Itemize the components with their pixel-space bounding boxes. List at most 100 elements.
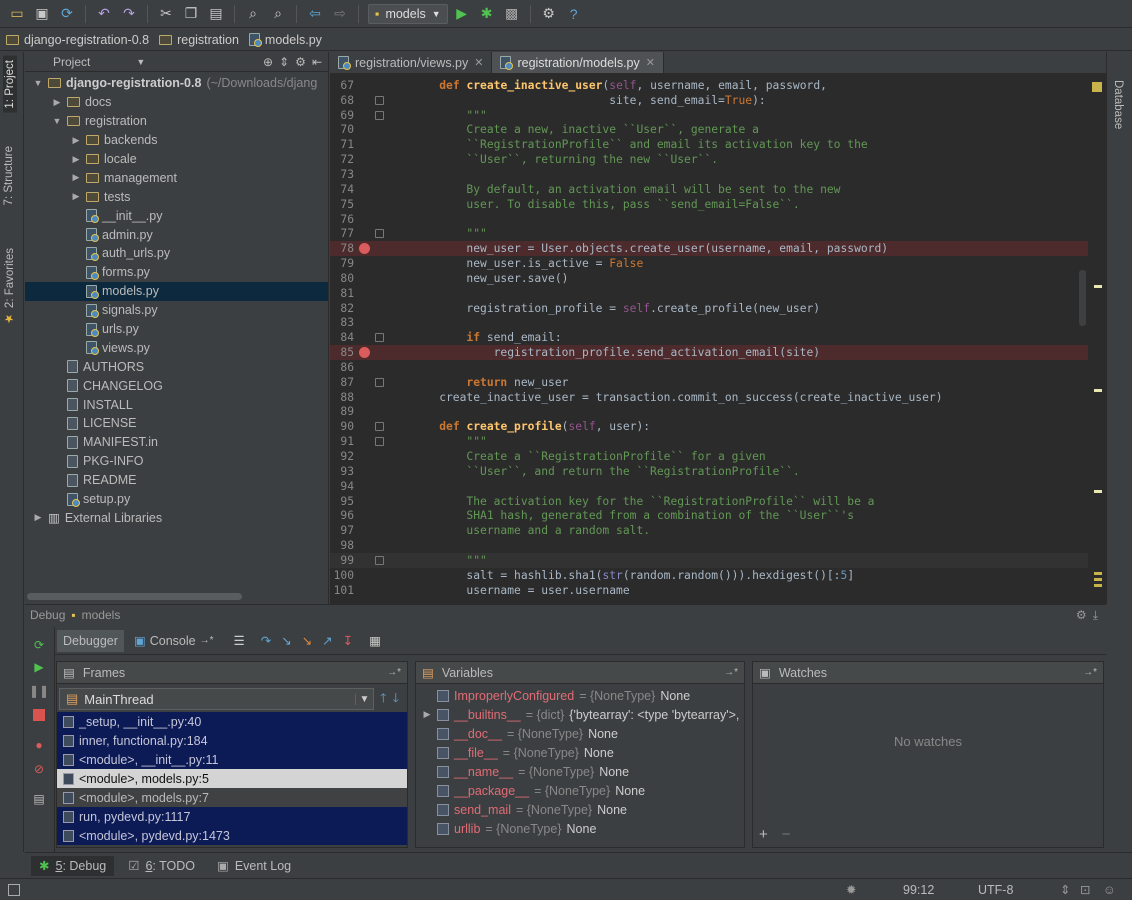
forward-icon[interactable]: ⇨	[329, 3, 351, 25]
tab-favorites[interactable]: ★ 2: Favorites	[3, 248, 17, 326]
gutter[interactable]	[354, 583, 412, 598]
close-icon[interactable]: ✕	[474, 56, 483, 69]
gutter[interactable]	[354, 271, 412, 286]
view-breakpoints-icon[interactable]: ●	[31, 737, 47, 753]
fold-marker-icon[interactable]	[375, 333, 384, 343]
code-line[interactable]: 73	[330, 167, 1106, 182]
fold-marker-icon[interactable]	[375, 95, 384, 105]
code-line[interactable]: 89	[330, 405, 1106, 420]
pause-icon[interactable]: ❚❚	[29, 683, 49, 699]
gutter[interactable]	[354, 508, 412, 523]
code-line[interactable]: 84 if send_email:	[330, 330, 1106, 345]
frame-item[interactable]: <module>, models.py:7	[57, 788, 407, 807]
gutter[interactable]	[354, 301, 412, 316]
tool-tab[interactable]: ✱ 5: Debug	[31, 855, 115, 876]
error-stripe-mark[interactable]	[1094, 584, 1102, 587]
cut-icon[interactable]: ✂	[155, 3, 177, 25]
collapsed-arrow-icon[interactable]: ▶	[71, 135, 81, 146]
code-line[interactable]: 68 site, send_email= True):	[330, 93, 1106, 108]
gutter[interactable]	[354, 93, 412, 108]
tree-item[interactable]: CHANGELOG	[25, 376, 328, 395]
error-stripe-mark[interactable]	[1094, 578, 1102, 581]
tree-item[interactable]: __init__.py	[25, 206, 328, 225]
gutter[interactable]	[354, 449, 412, 464]
tree-item[interactable]: PKG-INFO	[25, 452, 328, 471]
gutter[interactable]	[354, 152, 412, 167]
tree-item[interactable]: views.py	[25, 338, 328, 357]
variable-row[interactable]: __doc__ = {NoneType} None	[416, 724, 744, 743]
tab-console[interactable]: ▣ Console →*	[128, 630, 220, 652]
tree-item[interactable]: auth_urls.py	[25, 244, 328, 263]
tree-item[interactable]: forms.py	[25, 263, 328, 282]
open-folder-icon[interactable]: ▭	[6, 3, 28, 25]
tree-item[interactable]: models.py	[25, 281, 328, 301]
frame-down-icon[interactable]: 🡓	[392, 689, 405, 710]
gutter[interactable]	[354, 479, 412, 494]
fold-marker-icon[interactable]	[375, 229, 384, 239]
gutter[interactable]	[354, 330, 412, 345]
tool-tab[interactable]: ☑ 6: TODO	[120, 856, 203, 876]
inspector-icon[interactable]: ☺	[1103, 883, 1116, 897]
gear-icon[interactable]: ⚙	[295, 55, 306, 69]
code-line[interactable]: 100 salt = hashlib.sha1(str (random.rando…	[330, 568, 1106, 583]
pin-icon[interactable]: →*	[724, 667, 744, 678]
variable-row[interactable]: __file__ = {NoneType} None	[416, 743, 744, 762]
fold-marker-icon[interactable]	[375, 422, 384, 432]
frame-item[interactable]: <module>, models.py:5	[57, 769, 407, 788]
settings-icon[interactable]: ⚙	[538, 3, 560, 25]
tool-tab[interactable]: ▣ Event Log	[209, 856, 299, 876]
code-line[interactable]: 75 user. To disable this, pass ``send_em…	[330, 197, 1106, 212]
code-line[interactable]: 99 """	[330, 553, 1106, 568]
frame-item[interactable]: _setup, __init__.py:40	[57, 712, 407, 731]
gutter[interactable]	[354, 108, 412, 123]
run-icon[interactable]: ▶	[451, 3, 473, 25]
gutter[interactable]	[354, 538, 412, 553]
code-line[interactable]: 72 ``User``, returning the new ``User``.	[330, 152, 1106, 167]
gutter[interactable]	[354, 123, 412, 138]
hide-panel-icon[interactable]: ⇤	[312, 55, 328, 69]
collapsed-arrow-icon[interactable]: ▶	[33, 512, 43, 523]
lock-icon[interactable]: ⊡	[1080, 882, 1090, 897]
variable-row[interactable]: send_mail = {NoneType} None	[416, 800, 744, 819]
breadcrumb-item-registration[interactable]: registration	[159, 33, 245, 47]
code-line[interactable]: 96 SHA1 hash, generated from a combinati…	[330, 508, 1106, 523]
remove-watch-button[interactable]: −	[782, 826, 791, 843]
tree-item[interactable]: ▼ registration	[25, 112, 328, 131]
find-icon[interactable]: ⌕	[242, 3, 264, 25]
gutter[interactable]	[354, 286, 412, 301]
show-execution-point-icon[interactable]: ☰	[234, 633, 245, 648]
gutter[interactable]	[354, 553, 412, 568]
variable-row[interactable]: ImproperlyConfigured = {NoneType} None	[416, 686, 744, 705]
error-stripe-mark[interactable]	[1094, 490, 1102, 493]
variable-row[interactable]: urllib = {NoneType} None	[416, 819, 744, 838]
gutter[interactable]	[354, 568, 412, 583]
code-line[interactable]: 91 """	[330, 434, 1106, 449]
tree-item[interactable]: urls.py	[25, 320, 328, 339]
tree-item[interactable]: INSTALL	[25, 395, 328, 414]
caret-position[interactable]: 99:12	[903, 883, 934, 897]
copy-icon[interactable]: ❐	[180, 3, 202, 25]
code-line[interactable]: 98	[330, 538, 1106, 553]
variable-row[interactable]: __name__ = {NoneType} None	[416, 762, 744, 781]
gutter[interactable]	[354, 316, 412, 331]
fold-marker-icon[interactable]	[375, 377, 384, 387]
code-line[interactable]: 87 return new_user	[330, 375, 1106, 390]
breadcrumb-item-file[interactable]: models.py	[248, 33, 328, 47]
redo-icon[interactable]: ↷	[118, 3, 140, 25]
gear-icon[interactable]: ⚙	[1076, 608, 1087, 622]
collapsed-arrow-icon[interactable]: ▶	[71, 172, 81, 183]
frame-item[interactable]: <module>, pydevd.py:1473	[57, 826, 407, 845]
code-line[interactable]: 95 The activation key for the ``Registra…	[330, 494, 1106, 509]
code-line[interactable]: 101 username = user.username	[330, 583, 1106, 598]
tree-item[interactable]: AUTHORS	[25, 357, 328, 376]
gutter[interactable]	[354, 523, 412, 538]
warning-mark[interactable]	[1092, 82, 1102, 92]
frame-up-icon[interactable]: 🡑	[380, 689, 387, 710]
gutter[interactable]	[354, 256, 412, 271]
pin-icon[interactable]: →*	[1083, 667, 1103, 678]
gutter[interactable]	[354, 78, 412, 93]
tree-item[interactable]: ▶ tests	[25, 187, 328, 206]
code-line[interactable]: 77 """	[330, 226, 1106, 241]
mute-breakpoints-icon[interactable]: ⊘	[31, 761, 47, 777]
tab-debugger[interactable]: Debugger	[57, 629, 124, 652]
